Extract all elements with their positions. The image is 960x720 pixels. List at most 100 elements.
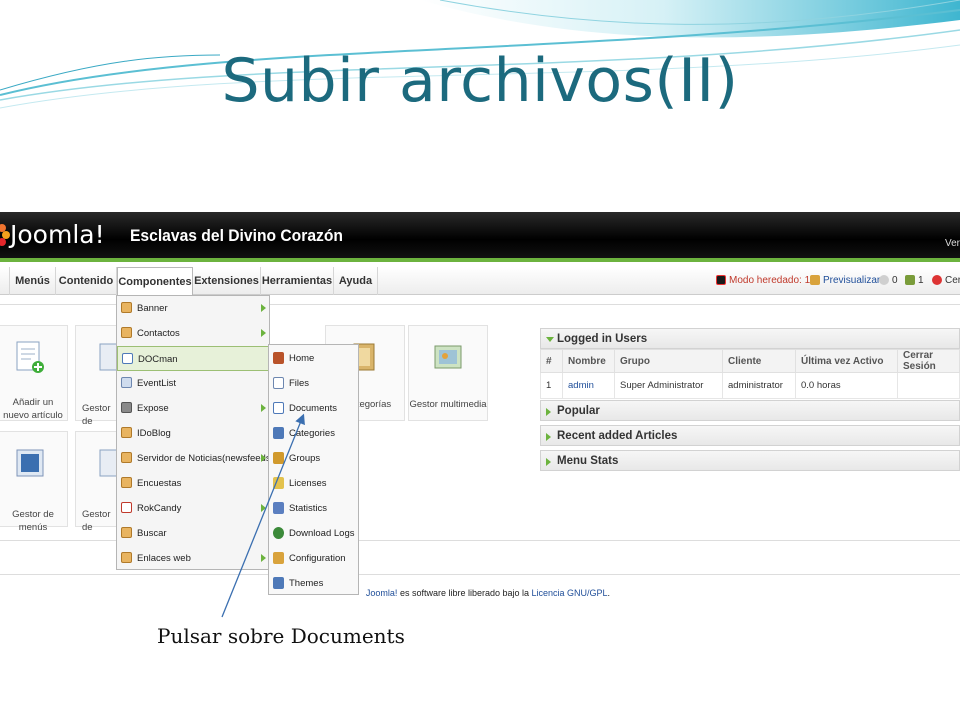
component-eventlist[interactable]: EventList <box>117 371 269 396</box>
site-name: Esclavas del Divino Corazón <box>130 226 343 245</box>
newsfeeds-icon <box>121 452 132 463</box>
component-newsfeeds[interactable]: Servidor de Noticias(newsfeeds) <box>117 446 274 471</box>
legacy-mode-status: Modo heredado: 1.0 <box>716 267 819 295</box>
menu-help[interactable]: Ayuda <box>334 267 378 295</box>
cpanel-add-article[interactable]: Añadir un nuevo artículo <box>0 325 68 421</box>
components-dropdown: Banner Contactos DOCman EventList Expose… <box>116 295 274 571</box>
groups-icon <box>273 452 284 464</box>
logout-link[interactable]: Cer <box>932 267 960 295</box>
component-docman[interactable]: DOCman <box>117 346 269 371</box>
component-polls[interactable]: Encuestas <box>117 471 269 496</box>
admin-menubar: Menús Contenido Componentes Extensiones … <box>0 267 960 295</box>
submenu-arrow-icon <box>261 454 266 462</box>
joomla-link[interactable]: Joomla! <box>366 588 398 598</box>
docman-statistics[interactable]: Statistics <box>269 496 358 521</box>
menu-extensions[interactable]: Extensiones <box>193 267 261 295</box>
submenu-arrow-icon <box>261 404 266 412</box>
docman-home[interactable]: Home <box>269 346 358 371</box>
expand-icon <box>546 433 551 441</box>
add-article-icon <box>16 341 44 373</box>
module-menu-stats[interactable]: Menu Stats <box>540 450 960 471</box>
home-icon <box>273 352 284 364</box>
cpanel-article-manager[interactable]: Gestor de <box>75 325 123 427</box>
banner-icon <box>121 302 132 313</box>
module-logged-in-users[interactable]: Logged in Users <box>540 328 960 349</box>
expose-icon <box>121 402 132 413</box>
component-idoblog[interactable]: IDoBlog <box>117 421 269 446</box>
menu-components[interactable]: Componentes <box>117 267 193 295</box>
license-link[interactable]: Licencia GNU/GPL <box>532 588 608 598</box>
expand-icon <box>546 458 551 466</box>
files-icon <box>273 377 284 389</box>
submenu-arrow-icon <box>261 504 266 512</box>
component-rokcandy[interactable]: RokCandy <box>117 496 269 521</box>
categories-icon <box>273 427 284 439</box>
component-banner[interactable]: Banner <box>117 296 269 321</box>
status-area: Modo heredado: 1.0 Previsualizar 0 1 Cer <box>716 267 960 295</box>
joomla-logo-icon <box>0 224 10 246</box>
expand-icon <box>546 408 551 416</box>
cpanel-other-manager[interactable]: Gestor de <box>75 431 123 533</box>
docman-submenu: Home Files Documents Categories Groups L… <box>268 344 359 595</box>
component-weblinks[interactable]: Enlaces web <box>117 546 269 571</box>
module-recent-articles[interactable]: Recent added Articles <box>540 425 960 446</box>
rokcandy-icon <box>121 502 132 513</box>
preview-link[interactable]: Previsualizar <box>810 267 880 295</box>
col-last-active: Última vez Activo <box>795 349 898 373</box>
submenu-arrow-icon <box>261 329 266 337</box>
docman-licenses[interactable]: Licenses <box>269 471 358 496</box>
licenses-icon <box>273 477 284 489</box>
docman-download-logs[interactable]: Download Logs <box>269 521 358 546</box>
docman-themes[interactable]: Themes <box>269 571 358 596</box>
docman-configuration[interactable]: Configuration <box>269 546 358 571</box>
docman-icon <box>122 353 133 364</box>
messages-icon <box>879 275 889 286</box>
docman-categories[interactable]: Categories <box>269 421 358 446</box>
col-number: # <box>540 349 563 373</box>
docman-files[interactable]: Files <box>269 371 358 396</box>
messages-count[interactable]: 0 <box>879 267 898 295</box>
statistics-icon <box>273 502 284 514</box>
logout-icon <box>932 275 942 286</box>
eventlist-icon <box>121 377 132 388</box>
col-client: Cliente <box>722 349 796 373</box>
logout-user-cell[interactable] <box>897 372 960 399</box>
col-name: Nombre <box>562 349 615 373</box>
legacy-mode-icon <box>716 275 726 286</box>
cpanel-menu-manager[interactable]: Gestor de menús <box>0 431 68 533</box>
slide-title: Subir archivos(II) <box>221 46 739 116</box>
menu-menus[interactable]: Menús <box>10 267 56 295</box>
preview-icon <box>810 275 820 286</box>
col-group: Grupo <box>614 349 723 373</box>
joomla-admin-screenshot: Joomla! Esclavas del Divino Corazón Ver … <box>0 212 960 608</box>
menu-tools[interactable]: Herramientas <box>261 267 334 295</box>
component-contacts[interactable]: Contactos <box>117 321 269 346</box>
joomla-header: Joomla! Esclavas del Divino Corazón Ver <box>0 212 960 262</box>
configuration-icon <box>273 552 284 564</box>
docman-groups[interactable]: Groups <box>269 446 358 471</box>
menu-content[interactable]: Contenido <box>56 267 117 295</box>
user-link[interactable]: admin <box>562 372 615 399</box>
footer-divider <box>0 574 960 575</box>
polls-icon <box>121 477 132 488</box>
idoblog-icon <box>121 427 132 438</box>
table-row: 1 admin Super Administrator administrato… <box>540 372 960 399</box>
logged-in-users-table: # Nombre Grupo Cliente Última vez Activo… <box>540 349 960 399</box>
footer: Joomla! es software libre liberado bajo … <box>365 588 611 598</box>
media-manager-icon <box>434 345 462 369</box>
collapse-icon <box>546 337 554 342</box>
users-count[interactable]: 1 <box>905 267 924 295</box>
component-search[interactable]: Buscar <box>117 521 269 546</box>
cpanel-media-manager[interactable]: Gestor multimedia <box>408 325 488 421</box>
users-icon <box>905 275 915 286</box>
submenu-arrow-icon <box>261 304 266 312</box>
weblinks-icon <box>121 552 132 563</box>
component-expose[interactable]: Expose <box>117 396 269 421</box>
contacts-icon <box>121 327 132 338</box>
module-popular[interactable]: Popular <box>540 400 960 421</box>
menu-manager-icon <box>16 449 44 477</box>
submenu-arrow-icon <box>261 554 266 562</box>
search-icon <box>121 527 132 538</box>
menu-item-site[interactable] <box>0 267 10 295</box>
docman-documents[interactable]: Documents <box>269 396 358 421</box>
